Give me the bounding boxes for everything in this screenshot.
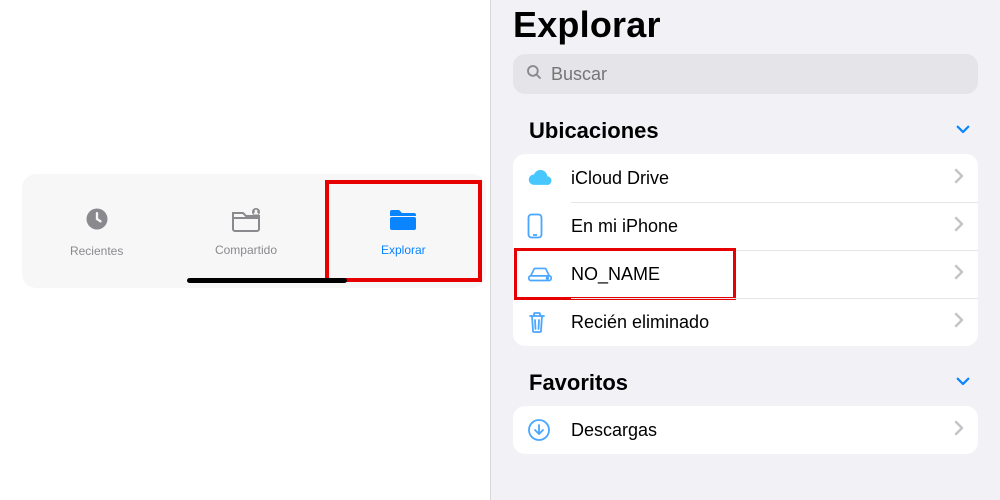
- tab-recent[interactable]: Recientes: [22, 174, 171, 288]
- chevron-right-icon: [954, 312, 964, 333]
- search-field[interactable]: [513, 54, 978, 94]
- section-header-favorites[interactable]: Favoritos: [513, 346, 978, 406]
- download-icon: [527, 418, 571, 442]
- row-label: Descargas: [571, 420, 954, 441]
- row-downloads[interactable]: Descargas: [513, 406, 978, 454]
- home-indicator: [187, 278, 347, 283]
- section-title: Favoritos: [529, 370, 628, 396]
- chevron-right-icon: [954, 420, 964, 441]
- row-recently-deleted[interactable]: Recién eliminado: [513, 298, 978, 346]
- tab-shared[interactable]: Compartido: [171, 174, 320, 288]
- cloud-icon: [527, 168, 571, 188]
- browse-pane: Explorar Ubicaciones iCloud Drive En m: [490, 0, 1000, 500]
- search-input[interactable]: [551, 64, 966, 85]
- row-label: En mi iPhone: [571, 216, 954, 237]
- tab-label: Compartido: [215, 243, 277, 257]
- trash-icon: [527, 310, 571, 334]
- row-label: NO_NAME: [571, 264, 954, 285]
- section-header-locations[interactable]: Ubicaciones: [513, 94, 978, 154]
- left-pane: Recientes Compartido Expl: [0, 0, 490, 500]
- clock-icon: [83, 205, 111, 238]
- folder-shared-icon: [231, 206, 261, 237]
- disk-icon: [527, 265, 571, 283]
- row-label: Recién eliminado: [571, 312, 954, 333]
- tab-bar: Recientes Compartido Expl: [22, 174, 486, 288]
- tab-label: Explorar: [381, 243, 426, 257]
- row-on-my-iphone[interactable]: En mi iPhone: [513, 202, 978, 250]
- chevron-right-icon: [954, 264, 964, 285]
- page-title: Explorar: [513, 0, 978, 54]
- row-label: iCloud Drive: [571, 168, 954, 189]
- chevron-right-icon: [954, 216, 964, 237]
- row-external-drive[interactable]: NO_NAME: [513, 250, 978, 298]
- section-title: Ubicaciones: [529, 118, 659, 144]
- chevron-down-icon: [954, 120, 972, 143]
- tab-browse[interactable]: Explorar: [325, 180, 482, 282]
- tab-label: Recientes: [70, 244, 123, 258]
- chevron-down-icon: [954, 372, 972, 395]
- folder-icon: [388, 206, 418, 237]
- row-icloud-drive[interactable]: iCloud Drive: [513, 154, 978, 202]
- chevron-right-icon: [954, 168, 964, 189]
- search-icon: [525, 63, 543, 86]
- favorites-list: Descargas: [513, 406, 978, 454]
- locations-list: iCloud Drive En mi iPhone NO_NAME: [513, 154, 978, 346]
- iphone-icon: [527, 213, 571, 239]
